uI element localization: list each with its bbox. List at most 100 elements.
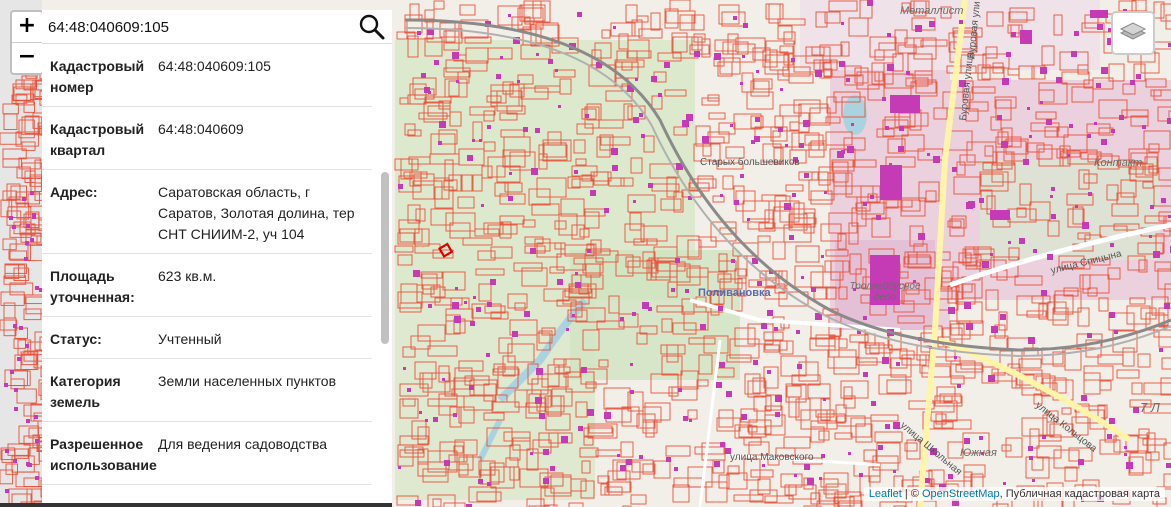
building xyxy=(775,412,780,417)
building xyxy=(630,363,633,366)
map-label-kontakt: Контакт xyxy=(1094,157,1143,169)
building xyxy=(35,439,39,443)
building xyxy=(611,148,618,155)
industrial-building xyxy=(880,165,902,200)
building xyxy=(398,184,403,189)
building xyxy=(804,173,809,178)
building xyxy=(1142,125,1146,129)
building xyxy=(13,459,17,463)
search-button[interactable] xyxy=(358,13,386,41)
building xyxy=(1107,434,1112,439)
building xyxy=(848,452,851,455)
building xyxy=(35,286,39,290)
building xyxy=(1028,337,1035,344)
building xyxy=(1126,462,1133,469)
building xyxy=(1027,107,1030,110)
building xyxy=(512,331,518,337)
building xyxy=(550,466,555,471)
map-label-trolleybus-depot: Троллейбусное депо xyxy=(849,281,921,303)
building xyxy=(982,261,989,268)
building xyxy=(726,391,732,397)
building xyxy=(896,362,900,366)
info-key: Площадь уточненная: xyxy=(50,268,135,305)
building xyxy=(929,21,935,27)
zoom-out-button[interactable]: − xyxy=(12,43,42,73)
zoom-in-button[interactable]: + xyxy=(12,12,42,43)
building xyxy=(784,203,791,210)
building xyxy=(439,121,446,128)
building xyxy=(1110,243,1114,247)
building xyxy=(651,76,657,82)
building xyxy=(487,302,492,307)
building xyxy=(885,126,889,130)
building xyxy=(719,362,725,368)
search-input[interactable] xyxy=(48,16,348,38)
info-value: Учтенный xyxy=(158,331,222,347)
building xyxy=(604,208,609,213)
building xyxy=(577,12,582,17)
attribution-separator: | © xyxy=(901,488,922,500)
building xyxy=(581,367,587,373)
building xyxy=(535,397,542,404)
building xyxy=(664,62,670,68)
building xyxy=(442,378,445,381)
building xyxy=(815,70,822,77)
building xyxy=(757,281,762,286)
building xyxy=(899,126,904,131)
building xyxy=(487,125,491,129)
building xyxy=(964,302,971,309)
building xyxy=(1029,135,1032,138)
building xyxy=(14,388,18,392)
osm-link[interactable]: OpenStreetMap xyxy=(922,488,1000,500)
building xyxy=(1101,139,1107,145)
building xyxy=(454,316,461,323)
building xyxy=(948,307,955,314)
building xyxy=(859,473,863,477)
building xyxy=(819,477,822,480)
building xyxy=(1150,205,1154,209)
building xyxy=(1041,290,1047,296)
building xyxy=(425,419,428,422)
building xyxy=(990,253,993,256)
info-row-cadastral-number: Кадастровый номер 64:48:040609:105 xyxy=(42,44,372,107)
building xyxy=(19,326,23,330)
building xyxy=(791,58,795,62)
building xyxy=(811,287,816,292)
building xyxy=(25,344,29,348)
building xyxy=(714,53,721,60)
industrial-building xyxy=(1090,10,1108,18)
building xyxy=(789,235,794,240)
info-row-address: Адрес: Саратовская область, г Саратов, З… xyxy=(42,170,372,254)
building xyxy=(734,200,739,205)
building xyxy=(755,117,760,122)
building xyxy=(753,360,758,365)
info-key: Адрес: xyxy=(50,184,98,200)
map-label-grid-7: 7 Л xyxy=(1140,400,1160,415)
building xyxy=(1109,418,1115,424)
panel-scrollbar-thumb[interactable] xyxy=(381,172,389,344)
building xyxy=(531,168,538,175)
building xyxy=(1159,348,1163,352)
building xyxy=(733,16,737,20)
zoom-control: + − xyxy=(10,10,44,75)
building xyxy=(863,316,867,320)
building xyxy=(648,183,653,188)
building xyxy=(1003,482,1006,485)
search-icon xyxy=(359,14,385,40)
layers-button[interactable] xyxy=(1111,11,1155,55)
building xyxy=(915,25,922,32)
building xyxy=(741,414,747,420)
building xyxy=(1032,479,1035,482)
building xyxy=(476,307,481,312)
map-label-makovskogo-street: улица Маковского xyxy=(730,452,814,463)
building xyxy=(927,153,930,156)
building xyxy=(952,167,957,172)
building xyxy=(1087,134,1091,138)
building xyxy=(1087,333,1092,338)
map-label-polivanovka: Поливановка xyxy=(698,287,771,299)
info-key: Кадастровый квартал xyxy=(50,121,145,158)
leaflet-link[interactable]: Leaflet xyxy=(869,488,902,500)
building xyxy=(1042,435,1046,439)
building xyxy=(632,312,636,316)
building xyxy=(558,105,561,108)
